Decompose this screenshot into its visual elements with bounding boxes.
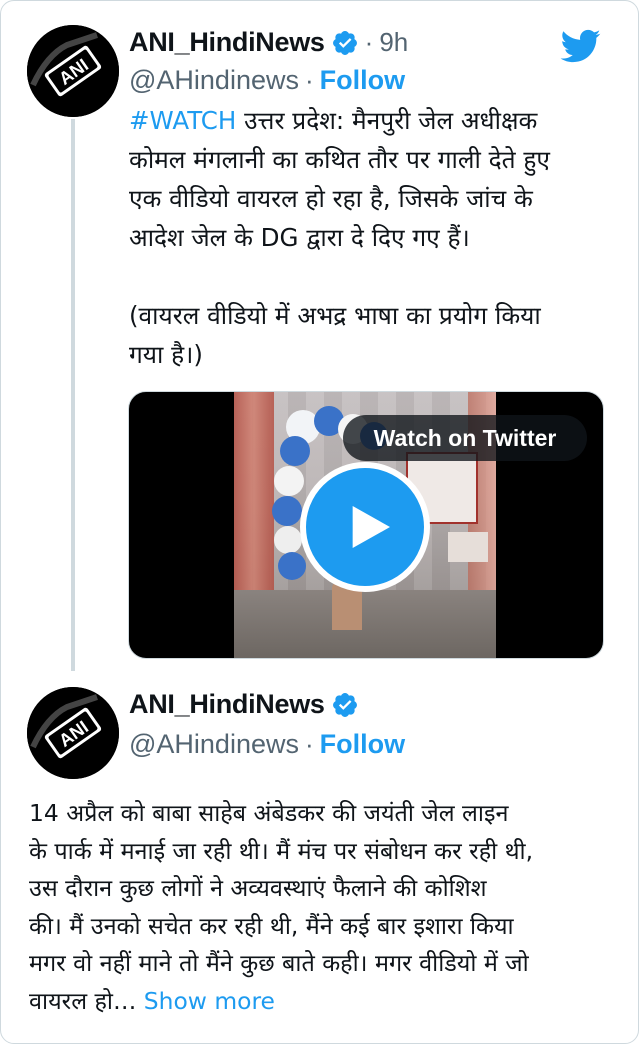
avatar[interactable]: ANI: [27, 25, 119, 117]
tweet-text-line: (वायरल वीडियो में अभद्र भाषा का प्रयोग क…: [129, 301, 541, 330]
tweet-text-line: वायरल हो…: [29, 986, 137, 1015]
play-icon: [352, 506, 390, 548]
thread-connector-line: [71, 119, 75, 671]
timestamp[interactable]: 9h: [379, 27, 408, 58]
show-more-link[interactable]: Show more: [136, 987, 275, 1015]
tweet-header: ANI_HindiNews · 9h: [129, 27, 408, 58]
user-handle[interactable]: @AHindinews: [129, 65, 299, 96]
tweet-text-line: उत्तर प्रदेश: मैनपुरी जेल अधीक्षक: [236, 106, 538, 135]
tweet-text-line: एक वीडियो वायरल हो रहा है, जिसके जांच के: [129, 184, 533, 213]
tweet-text-line: मगर वो नहीं माने तो मैंने कुछ बाते कही। …: [29, 949, 529, 977]
tweet-header: ANI_HindiNews: [129, 689, 359, 720]
follow-button[interactable]: Follow: [320, 65, 405, 96]
tweet-text-line: की। मैं उनको सचेत कर रही थी, मैंने कई बा…: [29, 911, 514, 940]
tweet-text-line: कोमल मंगलानी का कथित तौर पर गाली देते हु…: [129, 145, 550, 174]
display-name[interactable]: ANI_HindiNews: [129, 689, 325, 720]
separator-dot: ·: [364, 27, 374, 57]
ani-logo-icon: ANI: [27, 25, 119, 117]
tweet-text-line: गया है।): [129, 340, 203, 369]
verified-badge-icon: [332, 692, 357, 717]
handle-row: @AHindinews · Follow: [129, 729, 405, 760]
separator-dot: ·: [304, 65, 314, 95]
tweet-text-line: उस दौरान कुछ लोगों ने अव्यवस्थाएं फैलाने…: [29, 874, 487, 902]
tweet-text-line: 14 अप्रैल को बाबा साहेब अंबेडकर की जयंती…: [29, 799, 509, 827]
verified-badge-icon: [332, 30, 357, 55]
tweet-text: 14 अप्रैल को बाबा साहेब अंबेडकर की जयंती…: [29, 795, 629, 1020]
ani-logo-icon: ANI: [27, 687, 119, 779]
tweet-text: #WATCH उत्तर प्रदेश: मैनपुरी जेल अधीक्षक…: [129, 101, 619, 374]
tweet-thread-card: ANI ANI_HindiNews · 9h @AHindinews · Fol…: [0, 0, 639, 1044]
twitter-bird-icon[interactable]: [557, 25, 603, 67]
tweet-text-line: के पार्क में मनाई जा रही थी। मैं मंच पर …: [29, 836, 534, 865]
avatar[interactable]: ANI: [27, 687, 119, 779]
watch-on-twitter-button[interactable]: Watch on Twitter: [343, 415, 587, 461]
display-name[interactable]: ANI_HindiNews: [129, 27, 325, 58]
tweet-text-line: आदेश जेल के DG द्वारा दे दिए गए हैं।: [129, 223, 470, 252]
handle-row: @AHindinews · Follow: [129, 65, 405, 96]
play-button[interactable]: [300, 462, 430, 592]
user-handle[interactable]: @AHindinews: [129, 729, 299, 760]
follow-button[interactable]: Follow: [320, 729, 405, 760]
separator-dot: ·: [304, 729, 314, 759]
hashtag-link[interactable]: #WATCH: [129, 106, 236, 135]
